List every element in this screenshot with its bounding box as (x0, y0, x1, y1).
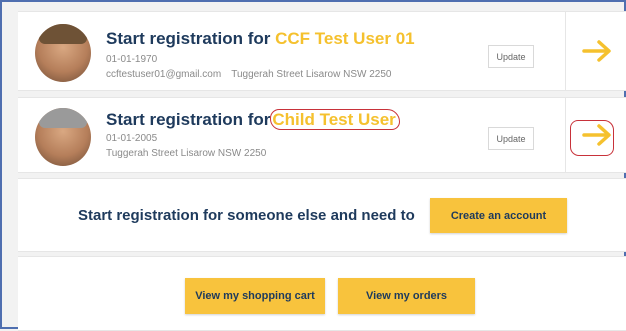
start-registration-link[interactable] (566, 12, 626, 90)
user-card[interactable]: Start registration for CCF Test User 01 … (18, 11, 626, 91)
user-details: 01-01-1970 ccftestuser01@gmail.com Tugger… (106, 52, 391, 82)
user-address: Tuggerah Street Lisarow NSW 2250 (106, 148, 267, 159)
user-name: CCF Test User 01 (275, 29, 415, 48)
title-prefix: Start registration for (106, 110, 271, 129)
avatar (35, 24, 91, 82)
view-orders-button[interactable]: View my orders (338, 278, 475, 314)
someone-else-text: Start registration for someone else and … (78, 207, 415, 224)
registration-title: Start registration for CCF Test User 01 (106, 29, 415, 49)
user-card[interactable]: Start registration for Child Test User 01… (18, 97, 626, 173)
user-address: Tuggerah Street Lisarow NSW 2250 (231, 69, 392, 80)
user-dob: 01-01-1970 (106, 54, 158, 65)
actions-card: View my shopping cart View my orders (18, 256, 626, 331)
arrow-right-icon (582, 124, 611, 146)
create-account-button[interactable]: Create an account (430, 198, 567, 233)
registration-title: Start registration for Child Test User (106, 109, 400, 130)
user-details: 01-01-2005 Tuggerah Street Lisarow NSW 2… (106, 131, 266, 161)
avatar (35, 108, 91, 166)
update-button[interactable]: Update (488, 127, 534, 150)
title-prefix: Start registration for (106, 29, 276, 48)
update-button[interactable]: Update (488, 45, 534, 68)
screenshot-frame: Start registration for CCF Test User 01 … (0, 0, 626, 331)
arrow-right-icon (582, 40, 611, 62)
view-cart-button[interactable]: View my shopping cart (185, 278, 325, 314)
user-dob: 01-01-2005 (106, 133, 158, 144)
someone-else-card: Start registration for someone else and … (18, 178, 626, 252)
user-email: ccftestuser01@gmail.com (106, 69, 222, 80)
user-name: Child Test User (270, 109, 400, 130)
start-registration-link[interactable] (566, 98, 626, 172)
